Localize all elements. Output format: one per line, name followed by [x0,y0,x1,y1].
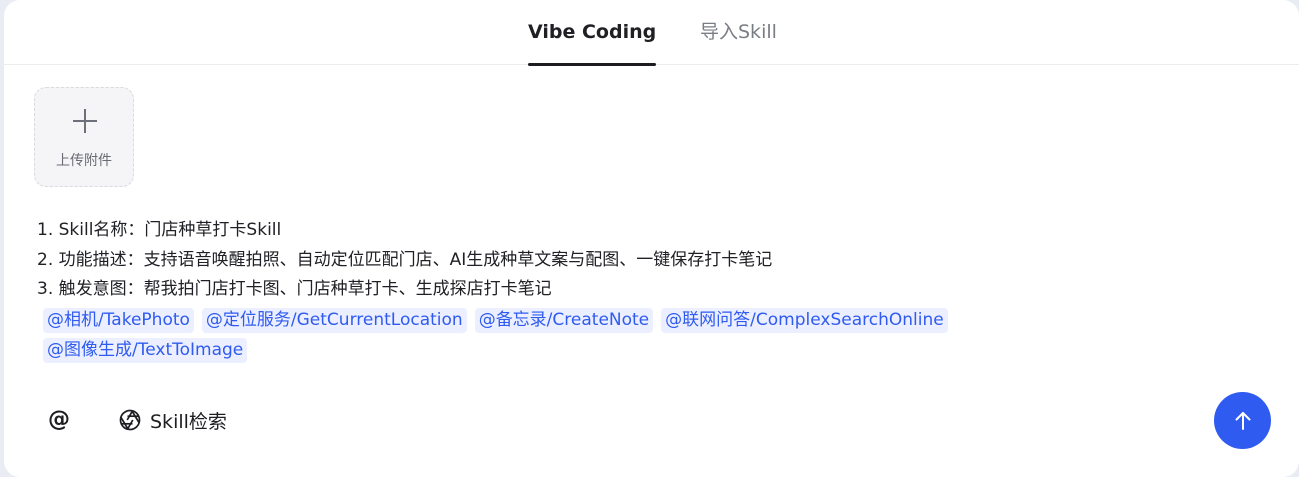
arrow-up-icon [1235,411,1250,430]
mention-create-note[interactable]: @备忘录/CreateNote [474,308,654,333]
editor-card: Vibe Coding 导入Skill 上传附件 1. Skill名称：门店种草… [4,0,1299,477]
mention-get-current-location[interactable]: @定位服务/GetCurrentLocation [201,308,467,333]
prompt-line-name: 1. Skill名称：门店种草打卡Skill [37,220,282,240]
plus-icon [73,109,97,133]
tab-vibe-coding[interactable]: Vibe Coding [528,18,657,66]
upload-label: 上传附件 [56,153,112,169]
tab-bar: Vibe Coding 导入Skill [4,0,1299,66]
skill-search-label: Skill检索 [150,410,227,433]
upload-attachment-button[interactable]: 上传附件 [34,87,134,187]
prompt-input[interactable]: 1. Skill名称：门店种草打卡Skill 2. 功能描述：支持语音唤醒拍照、… [37,216,1237,305]
mention-text-to-image[interactable]: @图像生成/TextToImage [43,337,248,363]
skill-search-button[interactable]: Skill检索 [118,405,227,435]
mention-complex-search-online[interactable]: @联网问答/ComplexSearchOnline [661,308,948,333]
prompt-line-intent: 3. 触发意图：帮我拍门店打卡图、门店种草打卡、生成探店打卡笔记 [37,279,552,299]
tab-import-skill[interactable]: 导入Skill [700,18,777,65]
mention-at-button[interactable]: @ [48,405,76,435]
mention-row: @相机/TakePhoto @定位服务/GetCurrentLocation @备忘… [43,306,1143,336]
mention-take-photo[interactable]: @相机/TakePhoto [43,308,194,333]
mention-row: @图像生成/TextToImage [43,336,1143,366]
mention-list: @相机/TakePhoto @定位服务/GetCurrentLocation @备忘… [43,306,1143,365]
aperture-icon [119,409,141,431]
prompt-line-description: 2. 功能描述：支持语音唤醒拍照、自动定位匹配门店、AI生成种草文案与配图、一键… [37,249,773,270]
send-button[interactable] [1214,392,1271,449]
